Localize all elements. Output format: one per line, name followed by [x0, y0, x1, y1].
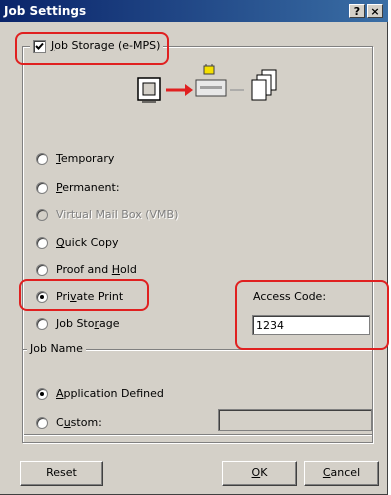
pages-icon [251, 69, 277, 101]
radio-job-storage[interactable] [36, 318, 48, 330]
arrow-icon [166, 84, 193, 96]
radio-application-defined[interactable] [36, 388, 48, 400]
ok-button[interactable]: OK [222, 461, 297, 486]
job-storage-illustration [137, 64, 277, 103]
radio-virtual-mail-box [36, 209, 48, 221]
option-application-defined-label: Application Defined [56, 387, 164, 400]
radio-proof-and-hold[interactable] [36, 264, 48, 276]
cancel-label-rest: ancel [330, 466, 361, 479]
option-temporary[interactable]: Temporary [36, 151, 114, 167]
radio-custom[interactable] [36, 417, 48, 429]
radio-temporary[interactable] [36, 153, 48, 165]
option-custom[interactable]: Custom: [36, 415, 102, 431]
title-bar[interactable]: Job Settings ? × [0, 0, 388, 22]
job-name-legend: Job Name [27, 342, 86, 356]
option-application-defined[interactable]: Application Defined [36, 386, 164, 402]
option-job-storage[interactable]: Job Storage [36, 316, 120, 332]
help-button[interactable]: ? [349, 4, 365, 18]
ok-label-rest: K [260, 466, 268, 479]
option-permanent-label: Permanent: [56, 181, 120, 194]
radio-quick-copy[interactable] [36, 237, 48, 249]
option-proof-and-hold[interactable]: Proof and Hold [36, 262, 137, 278]
option-quick-copy-label: Quick Copy [56, 236, 119, 249]
cancel-label-ul: C [322, 466, 331, 479]
access-code-highlight [235, 280, 389, 350]
printer-lock-icon [195, 64, 227, 97]
job-storage-highlight [15, 32, 169, 65]
option-custom-label: Custom: [56, 416, 102, 429]
private-print-highlight [19, 279, 149, 311]
window-title: Job Settings [4, 4, 87, 18]
radio-permanent[interactable] [36, 182, 48, 194]
close-button[interactable]: × [367, 4, 383, 18]
ok-label-ul: O [251, 466, 261, 479]
option-temporary-label: Temporary [56, 152, 115, 165]
option-permanent[interactable]: Permanent: [36, 180, 120, 196]
custom-job-name-input [218, 409, 372, 431]
option-virtual-mail-box: Virtual Mail Box (VMB) [36, 207, 178, 223]
reset-button[interactable]: Reset [20, 461, 103, 486]
option-quick-copy[interactable]: Quick Copy [36, 235, 119, 251]
option-proof-and-hold-label: Proof and Hold [56, 263, 137, 276]
job-settings-dialog: Job Settings ? × Job Storage (e-MPS) Tem… [0, 0, 389, 495]
cancel-button[interactable]: Cancel [304, 461, 379, 486]
computer-icon [137, 77, 161, 103]
option-virtual-mail-box-label: Virtual Mail Box (VMB) [56, 208, 179, 221]
option-job-storage-label: Job Storage [56, 317, 120, 330]
